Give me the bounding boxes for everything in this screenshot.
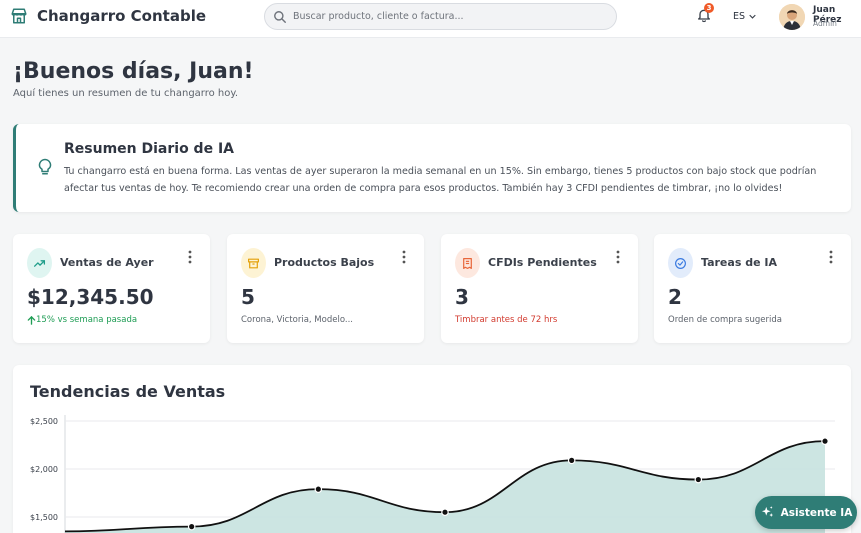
stat-sub-text: Timbrar antes de 72 hrs — [455, 315, 558, 325]
stat-label: Ventas de Ayer — [60, 256, 154, 269]
sales-trend-card: Tendencias de Ventas $2,500 $2,000 $1,500 — [13, 365, 851, 533]
more-vertical-icon[interactable] — [402, 250, 406, 264]
data-point[interactable] — [821, 437, 829, 445]
y-tick-label: $2,000 — [30, 465, 58, 474]
stat-label: CFDIs Pendientes — [488, 256, 597, 269]
stat-value: 3 — [455, 285, 469, 309]
stat-card-cfdis[interactable]: CFDIs Pendientes 3 Timbrar antes de 72 h… — [441, 234, 638, 343]
arrow-up-icon — [27, 315, 36, 325]
user-role: Admin — [813, 19, 837, 28]
lightbulb-icon — [38, 158, 52, 175]
sparkles-icon — [761, 506, 773, 517]
ai-summary-card: Resumen Diario de IA Tu changarro está e… — [13, 124, 851, 212]
more-vertical-icon[interactable] — [616, 250, 620, 264]
brand[interactable]: Changarro Contable — [10, 7, 206, 25]
page-subtitle: Aquí tienes un resumen de tu changarro h… — [13, 88, 239, 99]
store-icon — [11, 8, 27, 24]
stat-sub-text: Corona, Victoria, Modelo... — [241, 315, 353, 325]
data-point[interactable] — [187, 522, 196, 531]
stat-sub: Timbrar antes de 72 hrs — [455, 315, 557, 325]
archive-box-icon — [248, 258, 259, 268]
ai-summary-title: Resumen Diario de IA — [64, 141, 234, 157]
ai-assistant-label: Asistente IA — [780, 506, 853, 519]
check-circle-icon — [675, 257, 686, 269]
stat-icon-wrap — [27, 248, 52, 278]
chevron-down-icon — [749, 14, 756, 19]
series-area — [65, 441, 825, 533]
stat-sub-text: 15% vs semana pasada — [36, 315, 138, 325]
y-tick-label: $1,500 — [30, 513, 58, 522]
stat-sub: 15% vs semana pasada — [27, 315, 137, 325]
sales-trend-chart: $2,500 $2,000 $1,500 — [30, 415, 835, 533]
y-tick-label: $2,500 — [30, 417, 58, 426]
data-point[interactable] — [567, 456, 576, 465]
stat-label: Tareas de IA — [701, 256, 777, 269]
notification-badge: 3 — [704, 3, 714, 13]
stat-sub: Corona, Victoria, Modelo... — [241, 315, 353, 325]
search-icon — [274, 10, 286, 23]
language-label: ES — [733, 11, 746, 22]
ai-assistant-button[interactable]: Asistente IA — [755, 496, 857, 529]
stat-sub-text: Orden de compra sugerida — [668, 315, 782, 325]
stat-icon-wrap — [241, 248, 266, 278]
more-vertical-icon[interactable] — [829, 250, 833, 264]
stat-value: $12,345.50 — [27, 285, 154, 309]
stat-value: 5 — [241, 285, 255, 309]
search-input[interactable] — [293, 11, 603, 22]
stat-sub: Orden de compra sugerida — [668, 315, 782, 325]
stat-value: 2 — [668, 285, 682, 309]
stat-label: Productos Bajos — [274, 256, 375, 269]
data-point[interactable] — [441, 508, 449, 517]
more-vertical-icon[interactable] — [188, 250, 192, 264]
stat-icon-wrap — [668, 248, 693, 278]
trending-up-icon — [33, 259, 46, 267]
stat-card-ventas[interactable]: Ventas de Ayer $12,345.50 15% vs semana … — [13, 234, 210, 343]
ai-summary-text: Tu changarro está en buena forma. Las ve… — [64, 166, 817, 194]
receipt-icon — [463, 257, 472, 269]
app-name: Changarro Contable — [37, 7, 207, 25]
language-selector[interactable]: ES — [733, 11, 756, 22]
page-title: ¡Buenos días, Juan! — [13, 59, 254, 84]
top-bar: Changarro Contable 3 ES Juan Pérez Admin — [0, 0, 861, 38]
user-avatar-icon — [779, 4, 805, 30]
avatar[interactable] — [779, 4, 805, 30]
stat-card-productos[interactable]: Productos Bajos 5 Corona, Victoria, Mode… — [227, 234, 424, 343]
stat-icon-wrap — [455, 248, 480, 278]
data-point[interactable] — [314, 485, 323, 493]
search-bar[interactable] — [264, 3, 617, 30]
stat-card-tareas[interactable]: Tareas de IA 2 Orden de compra sugerida — [654, 234, 851, 343]
data-point[interactable] — [694, 475, 703, 484]
